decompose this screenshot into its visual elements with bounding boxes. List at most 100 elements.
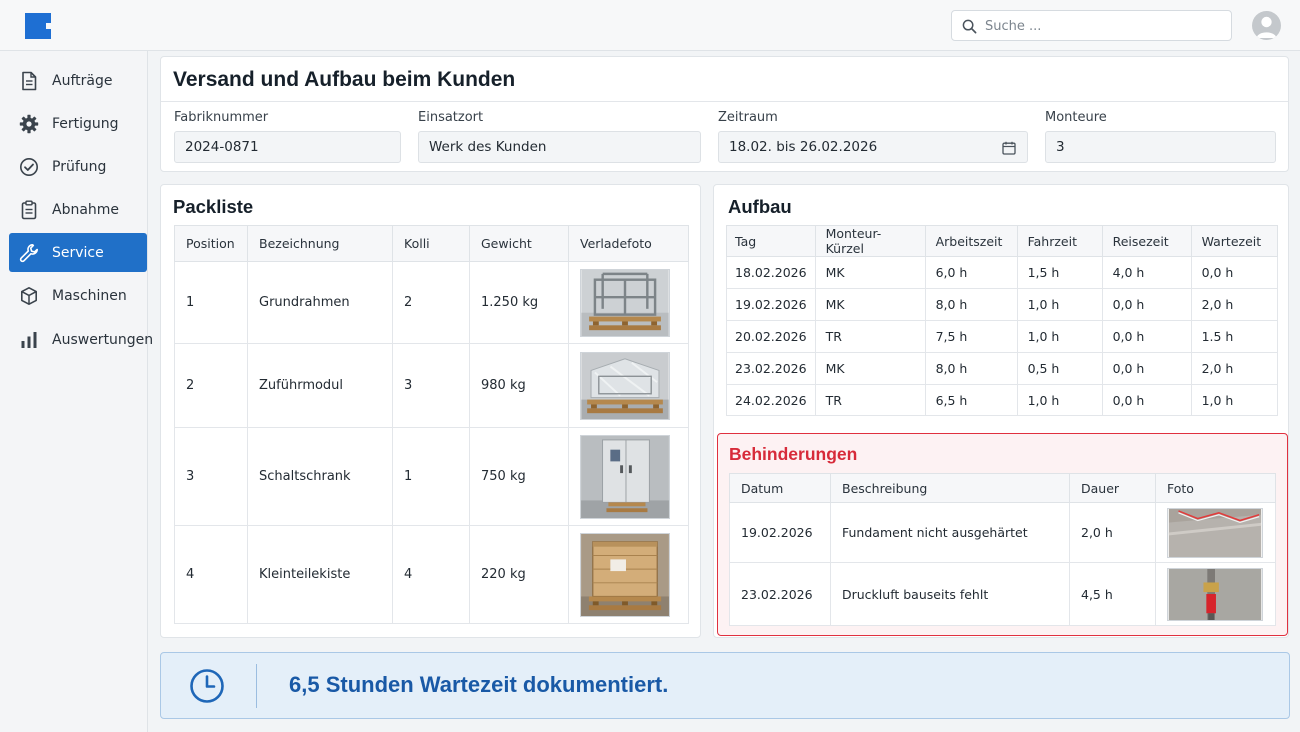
monteur-cell: TR [814, 320, 926, 353]
bezeichnung-cell: Schaltschrank [247, 427, 393, 526]
sidebar-item-label: Auswertungen [52, 332, 154, 348]
search-box[interactable] [951, 10, 1232, 41]
app-logo[interactable] [25, 13, 51, 39]
tag-cell: 18.02.2026 [726, 256, 816, 289]
wartezeit-cell: 2,0 h [1190, 288, 1279, 321]
reisezeit-cell: 0,0 h [1101, 352, 1192, 385]
dauer-cell: 2,0 h [1069, 502, 1156, 563]
monteur-cell: TR [814, 384, 926, 416]
zeitraum-value: 18.02. bis 26.02.2026 [729, 139, 878, 155]
dauer-cell: 4,5 h [1069, 562, 1156, 626]
table-row[interactable]: 2 Zuführmodul 3 980 kg [174, 343, 689, 428]
sidebar-item-service[interactable]: Service [9, 233, 147, 272]
module-photo[interactable] [580, 351, 670, 420]
column-header: Monteur-Kürzel [814, 225, 926, 257]
zeitraum-label: Zeitraum [718, 110, 778, 125]
cube-icon [19, 286, 39, 306]
document-icon [19, 71, 39, 91]
foto-cell [1155, 562, 1276, 626]
air-connection-photo[interactable] [1167, 567, 1263, 621]
sidebar-item-pruefung[interactable]: Prüfung [9, 148, 147, 186]
reisezeit-cell: 0,0 h [1101, 288, 1192, 321]
monteur-cell: MK [814, 256, 926, 289]
behinderungen-title: Behinderungen [729, 444, 858, 464]
table-row[interactable]: 3 Schaltschrank 1 750 kg [174, 427, 689, 526]
crate-photo[interactable] [580, 532, 670, 617]
bezeichnung-cell: Kleinteilekiste [247, 525, 393, 624]
column-header: Bezeichnung [247, 225, 393, 262]
monteure-label: Monteure [1045, 110, 1107, 125]
foto-cell [568, 525, 689, 624]
fahrzeit-cell: 1,0 h [1016, 384, 1103, 416]
fabriknummer-label: Fabriknummer [174, 110, 269, 125]
einsatzort-field[interactable]: Werk des Kunden [418, 131, 701, 163]
search-input[interactable] [985, 16, 1220, 36]
sidebar-item-auswertungen[interactable]: Auswertungen [9, 321, 153, 359]
search-icon [962, 19, 977, 34]
table-row[interactable]: 23.02.2026 Druckluft bauseits fehlt 4,5 … [729, 562, 1276, 626]
calendar-icon[interactable] [1002, 141, 1016, 155]
kolli-cell: 4 [392, 525, 470, 624]
column-header: Kolli [392, 225, 470, 262]
position-cell: 3 [174, 427, 248, 526]
column-header: Position [174, 225, 248, 262]
table-row[interactable]: 19.02.2026 MK 8,0 h 1,0 h 0,0 h 2,0 h [726, 288, 1279, 321]
user-avatar[interactable] [1252, 11, 1281, 40]
foto-cell [568, 427, 689, 526]
table-row[interactable]: 23.02.2026 MK 8,0 h 0,5 h 0,0 h 2,0 h [726, 352, 1279, 385]
gear-icon [19, 114, 39, 134]
cabinet-photo[interactable] [580, 434, 670, 519]
monteure-field[interactable]: 3 [1045, 131, 1276, 163]
table-header-row: Tag Monteur-Kürzel Arbeitszeit Fahrzeit … [726, 225, 1279, 257]
fabriknummer-field[interactable]: 2024-0871 [174, 131, 401, 163]
reisezeit-cell: 4,0 h [1101, 256, 1192, 289]
behinderungen-card: Behinderungen Datum Beschreibung Dauer F… [717, 433, 1288, 636]
column-header: Tag [726, 225, 816, 257]
column-header: Fahrzeit [1016, 225, 1103, 257]
wrench-icon [19, 243, 39, 263]
beschreibung-cell: Fundament nicht ausgehärtet [830, 502, 1070, 563]
gewicht-cell: 1.250 kg [469, 261, 569, 344]
sidebar-item-maschinen[interactable]: Maschinen [9, 277, 147, 315]
column-header: Arbeitszeit [924, 225, 1018, 257]
table-row[interactable]: 20.02.2026 TR 7,5 h 1,0 h 0,0 h 1.5 h [726, 320, 1279, 353]
zeitraum-field[interactable]: 18.02. bis 26.02.2026 [718, 131, 1028, 163]
wartezeit-cell: 1.5 h [1190, 320, 1279, 353]
packliste-card: Packliste Position Bezeichnung Kolli Gew… [160, 184, 701, 638]
tag-cell: 20.02.2026 [726, 320, 816, 353]
monteure-value: 3 [1056, 139, 1065, 155]
einsatzort-label: Einsatzort [418, 110, 484, 125]
bezeichnung-cell: Grundrahmen [247, 261, 393, 344]
gewicht-cell: 220 kg [469, 525, 569, 624]
table-row[interactable]: 1 Grundrahmen 2 1.250 kg [174, 261, 689, 344]
clipboard-icon [19, 200, 39, 220]
bezeichnung-cell: Zuführmodul [247, 343, 393, 428]
kolli-cell: 3 [392, 343, 470, 428]
fabriknummer-value: 2024-0871 [185, 139, 259, 155]
wartezeit-cell: 1,0 h [1190, 384, 1279, 416]
column-header: Dauer [1069, 473, 1156, 503]
frame-photo[interactable] [580, 268, 670, 337]
fahrzeit-cell: 0,5 h [1016, 352, 1103, 385]
reisezeit-cell: 0,0 h [1101, 320, 1192, 353]
sidebar-item-auftraege[interactable]: Aufträge [9, 62, 147, 100]
fahrzeit-cell: 1,0 h [1016, 320, 1103, 353]
aufbau-table: Tag Monteur-Kürzel Arbeitszeit Fahrzeit … [726, 225, 1279, 416]
behinderungen-table: Datum Beschreibung Dauer Foto 19.02.2026… [729, 473, 1276, 626]
gewicht-cell: 750 kg [469, 427, 569, 526]
column-header: Verladefoto [568, 225, 689, 262]
arbeitszeit-cell: 7,5 h [924, 320, 1018, 353]
sidebar-item-label: Fertigung [52, 116, 119, 132]
clock-icon [190, 669, 224, 703]
table-row[interactable]: 18.02.2026 MK 6,0 h 1,5 h 4,0 h 0,0 h [726, 256, 1279, 289]
table-row[interactable]: 24.02.2026 TR 6,5 h 1,0 h 0,0 h 1,0 h [726, 384, 1279, 416]
sidebar-item-abnahme[interactable]: Abnahme [9, 191, 147, 229]
table-header-row: Position Bezeichnung Kolli Gewicht Verla… [174, 225, 689, 262]
sidebar-item-fertigung[interactable]: Fertigung [9, 105, 147, 143]
table-row[interactable]: 4 Kleinteilekiste 4 220 kg [174, 525, 689, 624]
datum-cell: 19.02.2026 [729, 502, 831, 563]
banner-divider [256, 664, 257, 708]
foundation-photo[interactable] [1167, 507, 1263, 558]
datum-cell: 23.02.2026 [729, 562, 831, 626]
table-row[interactable]: 19.02.2026 Fundament nicht ausgehärtet 2… [729, 502, 1276, 563]
